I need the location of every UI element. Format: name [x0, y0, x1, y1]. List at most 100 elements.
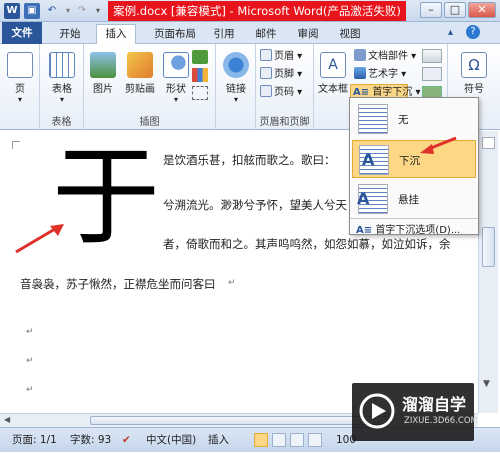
clipart-icon — [127, 52, 153, 78]
watermark-brand: 溜溜自学 — [402, 395, 467, 414]
signature-line-icon[interactable] — [422, 49, 442, 63]
reading-view-icon[interactable] — [272, 433, 286, 447]
screenshot-icon[interactable] — [192, 86, 208, 100]
wordart-label: 艺术字 — [368, 69, 398, 80]
dropcap-option-none[interactable]: 无 — [352, 100, 476, 138]
menu-divider — [350, 218, 478, 219]
dropcap-character[interactable]: 于 — [52, 144, 162, 254]
proofing-icon[interactable]: ✔ — [122, 428, 131, 453]
page-number-button[interactable]: 页码 ▾ — [260, 85, 302, 101]
shapes-dropdown-icon: ▾ — [173, 95, 178, 104]
tab-review[interactable]: 审阅 — [292, 25, 324, 43]
paragraph-mark: ↵ — [26, 356, 34, 366]
tab-home[interactable]: 开始 — [54, 25, 86, 43]
tab-page-layout[interactable]: 页面布局 — [146, 25, 204, 43]
horizontal-scroll-thumb[interactable] — [90, 416, 390, 425]
textbox-label: 文本框 — [318, 84, 348, 95]
table-button[interactable]: 表格 ▾ — [46, 52, 78, 104]
word-app-icon[interactable]: W — [4, 3, 20, 19]
web-layout-view-icon[interactable] — [290, 433, 304, 447]
smartart-icon[interactable] — [192, 50, 208, 64]
footer-icon — [260, 67, 272, 79]
shapes-label: 形状 — [166, 84, 186, 95]
tables-group-label: 表格 — [51, 117, 72, 128]
status-insert-mode[interactable]: 插入 — [208, 428, 229, 453]
dropcap-options-label: 首字下沉选项(D)... — [375, 225, 461, 236]
help-icon[interactable]: ? — [466, 25, 480, 39]
undo-icon[interactable]: ↶ — [44, 3, 60, 19]
dropcap-option-inmargin[interactable]: A 悬挂 — [352, 180, 476, 218]
shapes-button[interactable]: 形状 ▾ — [162, 52, 190, 104]
play-logo-icon — [359, 393, 395, 429]
vertical-scrollbar[interactable]: ▼ — [478, 131, 498, 413]
tab-file[interactable]: 文件 — [2, 22, 42, 44]
dropcap-dropped-icon: A — [359, 145, 389, 175]
links-label: 链接 — [226, 84, 246, 95]
customize-qat-icon[interactable]: ▾ — [90, 3, 106, 19]
outline-view-icon[interactable] — [308, 433, 322, 447]
symbol-label: 符号 — [464, 84, 484, 95]
textbox-icon: A — [320, 52, 346, 78]
tab-view[interactable]: 视图 — [334, 25, 366, 43]
annotation-arrow-icon — [420, 136, 457, 154]
dropcap-dropped-label: 下沉 — [399, 155, 420, 167]
tab-references[interactable]: 引用 — [208, 25, 240, 43]
clipart-label: 剪贴画 — [125, 84, 155, 95]
tab-insert[interactable]: 插入 — [96, 24, 136, 44]
dropcap-menu: 无 A 下沉 A 悬挂 A≡ 首字下沉选项(D)... — [349, 97, 479, 236]
docparts-button[interactable]: 文档部件 ▾ — [354, 49, 416, 65]
window-title: 案例.docx [兼容模式] - Microsoft Word(产品激活失败) — [108, 1, 406, 21]
footer-label: 页脚 — [274, 69, 294, 80]
dropcap-options-item[interactable]: A≡ 首字下沉选项(D)... — [356, 221, 460, 236]
docparts-label: 文档部件 — [368, 51, 408, 62]
page-number-icon — [260, 85, 272, 97]
ruler-toggle-icon[interactable] — [482, 137, 495, 149]
header-button[interactable]: 页眉 ▾ — [260, 49, 302, 65]
watermark-url: ZIXUE.3D66.COM — [404, 416, 478, 426]
wordart-icon — [354, 67, 366, 79]
docparts-icon — [354, 49, 366, 61]
pages-button[interactable]: 页 ▾ — [4, 52, 36, 104]
page-icon — [7, 52, 33, 78]
group-illustrations: 图片 剪贴画 形状 ▾ 插图 — [84, 44, 216, 130]
clipart-button[interactable]: 剪贴画 — [120, 52, 160, 95]
close-button[interactable]: ✕ — [468, 2, 496, 18]
dropcap-none-icon — [358, 104, 388, 134]
doc-line-4: 音袅袅，苏子愀然，正襟危坐而问客曰 — [20, 277, 216, 291]
ribbon-minimize-icon[interactable]: ▴ — [448, 27, 453, 38]
dropcap-none-label: 无 — [398, 114, 409, 126]
status-page[interactable]: 页面: 1/1 — [12, 428, 57, 453]
textbox-button[interactable]: A 文本框 — [316, 52, 350, 95]
pages-dropdown-icon: ▾ — [17, 95, 22, 104]
status-words[interactable]: 字数: 93 — [70, 428, 111, 453]
links-dropdown-icon: ▾ — [233, 95, 238, 104]
maximize-button[interactable]: □ — [444, 2, 466, 18]
group-tables: 表格 ▾ 表格 — [40, 44, 84, 130]
table-icon — [49, 52, 75, 78]
dropcap-inmargin-label: 悬挂 — [398, 194, 419, 206]
wordart-button[interactable]: 艺术字 ▾ — [354, 67, 406, 83]
save-icon[interactable]: ▣ — [24, 3, 40, 19]
tab-mailings[interactable]: 邮件 — [250, 25, 282, 43]
minimize-button[interactable]: – — [420, 2, 442, 18]
vertical-scroll-thumb[interactable] — [482, 227, 495, 267]
dropcap-inmargin-icon: A — [357, 184, 388, 214]
print-layout-view-icon[interactable] — [254, 433, 268, 447]
chart-icon[interactable] — [192, 68, 208, 82]
watermark-logo: 溜溜自学 ZIXUE.3D66.COM — [352, 383, 478, 441]
picture-button[interactable]: 图片 — [88, 52, 118, 95]
group-links: 链接 ▾ — [216, 44, 256, 130]
table-label: 表格 — [52, 84, 72, 95]
redo-icon[interactable]: ↷ — [74, 3, 90, 19]
footer-button[interactable]: 页脚 ▾ — [260, 67, 302, 83]
page-number-label: 页码 — [274, 87, 294, 98]
shapes-icon — [163, 52, 189, 78]
status-language[interactable]: 中文(中国) — [146, 428, 196, 453]
datetime-icon[interactable] — [422, 67, 442, 81]
scroll-down-icon[interactable]: ▼ — [483, 379, 490, 389]
links-button[interactable]: 链接 ▾ — [220, 52, 252, 104]
group-header-footer: 页眉 ▾ 页脚 ▾ 页码 ▾ 页眉和页脚 — [256, 44, 314, 130]
scroll-left-icon[interactable]: ◀ — [4, 415, 10, 424]
header-footer-group-label: 页眉和页脚 — [259, 117, 310, 128]
title-bar: W ▣ ↶ ▾ ↷ ▾ 案例.docx [兼容模式] - Microsoft W… — [0, 0, 500, 22]
